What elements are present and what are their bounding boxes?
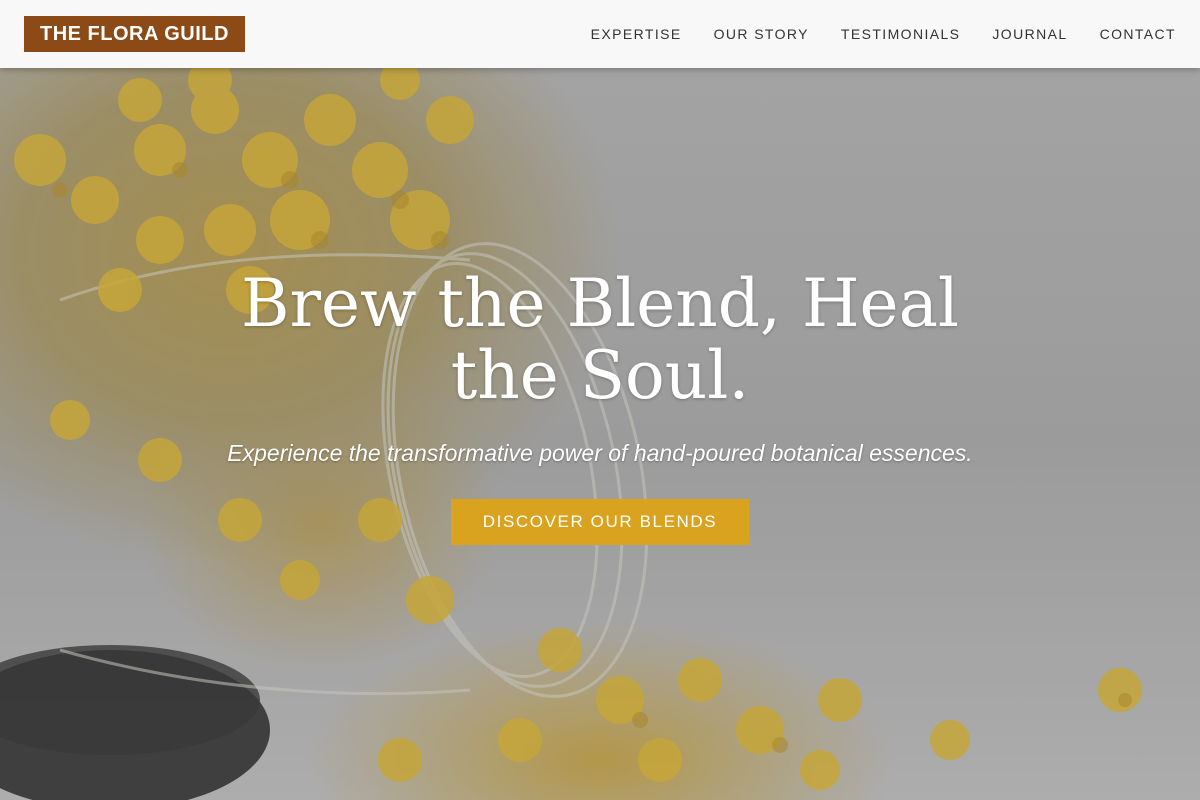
site-logo[interactable]: THE FLORA GUILD bbox=[24, 16, 245, 52]
discover-blends-button[interactable]: DISCOVER OUR BLENDS bbox=[450, 499, 750, 545]
nav-link-testimonials[interactable]: TESTIMONIALS bbox=[841, 26, 960, 42]
site-header: THE FLORA GUILD EXPERTISE OUR STORY TEST… bbox=[0, 0, 1200, 68]
hero-section: Brew the Blend, Heal the Soul. Experienc… bbox=[0, 268, 1200, 545]
nav-link-our-story[interactable]: OUR STORY bbox=[714, 26, 809, 42]
nav-link-contact[interactable]: CONTACT bbox=[1100, 26, 1176, 42]
nav-link-journal[interactable]: JOURNAL bbox=[992, 26, 1067, 42]
hero-title: Brew the Blend, Heal the Soul. bbox=[240, 265, 960, 414]
nav-link-expertise[interactable]: EXPERTISE bbox=[591, 26, 682, 42]
main-navigation: EXPERTISE OUR STORY TESTIMONIALS JOURNAL… bbox=[591, 26, 1176, 42]
hero-subtitle: Experience the transformative power of h… bbox=[227, 440, 973, 466]
